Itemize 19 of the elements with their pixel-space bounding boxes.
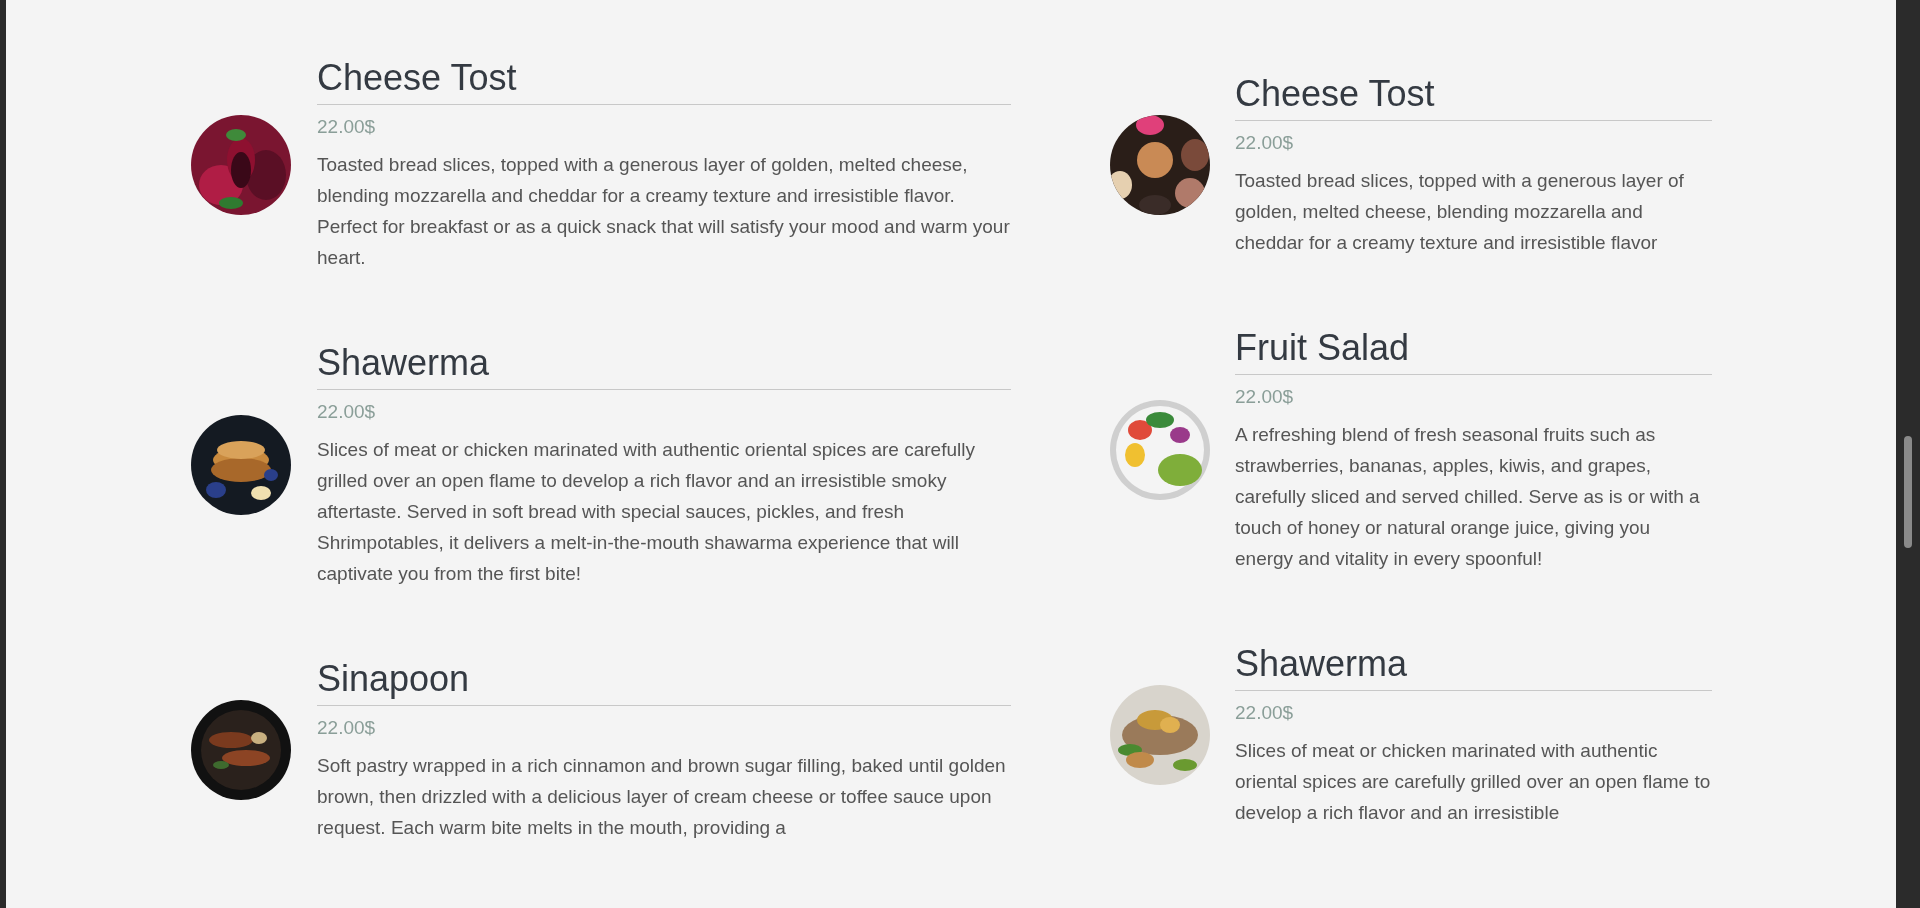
- dish-description: Soft pastry wrapped in a rich cinnamon and brown sugar filling, baked until golden brown, then drizzled with a delicious layer of cream cheese or toffee sauce upon request. Each warm bite melts in the mouth, providing a: [317, 754, 1007, 840]
- dish-title: Cheese Tost: [317, 56, 1011, 105]
- dish-title: Shawerma: [1235, 642, 1712, 691]
- dish-title: Fruit Salad: [1235, 326, 1712, 375]
- dish-title: Shawerma: [317, 341, 1011, 390]
- dish-description: A refreshing blend of fresh seasonal fruits such as strawberries, bananas, apples, kiwis, and grapes, carefully sliced and served chilled. Serve as is or with a touch of honey or natural orange juice, giving you energy and vitality in every spoonful!: [1235, 423, 1701, 571]
- dish-price: 22.00$: [1235, 385, 1295, 409]
- dish-description: Toasted bread slices, topped with a generous layer of golden, melted cheese, blending mozzarella and cheddar for a creamy texture and irresistible flavor: [1235, 169, 1685, 255]
- dish-price: 22.00$: [1235, 131, 1295, 155]
- dish-price: 22.00$: [317, 400, 377, 424]
- dish-price: 22.00$: [317, 115, 377, 139]
- dish-description: Slices of meat or chicken marinated with authentic oriental spices are carefully grilled over an open flame to develop a rich flavor and an irresistible: [1235, 739, 1712, 825]
- dish-price: 22.00$: [1235, 701, 1295, 725]
- scrollbar[interactable]: [1896, 0, 1920, 908]
- dish-description: Toasted bread slices, topped with a generous layer of golden, melted cheese, blending mozzarella and cheddar for a creamy texture and irresistible flavor. Perfect for breakfast or as a quick snack that will satisfy your mood and warm your heart.: [317, 153, 1011, 270]
- dish-description: Slices of meat or chicken marinated with authentic oriental spices are carefully grilled over an open flame to develop a rich flavor and an irresistible smoky aftertaste. Served in soft bread with special sauces, pickles, and fresh Shrimpotables, it delivers a melt-in-the-mouth shawarma experience that will captivate you from the first bite!: [317, 438, 976, 586]
- dish-title: Cheese Tost: [1235, 72, 1712, 121]
- dish-title: Sinapoon: [317, 657, 1011, 706]
- dish-price: 22.00$: [317, 716, 377, 740]
